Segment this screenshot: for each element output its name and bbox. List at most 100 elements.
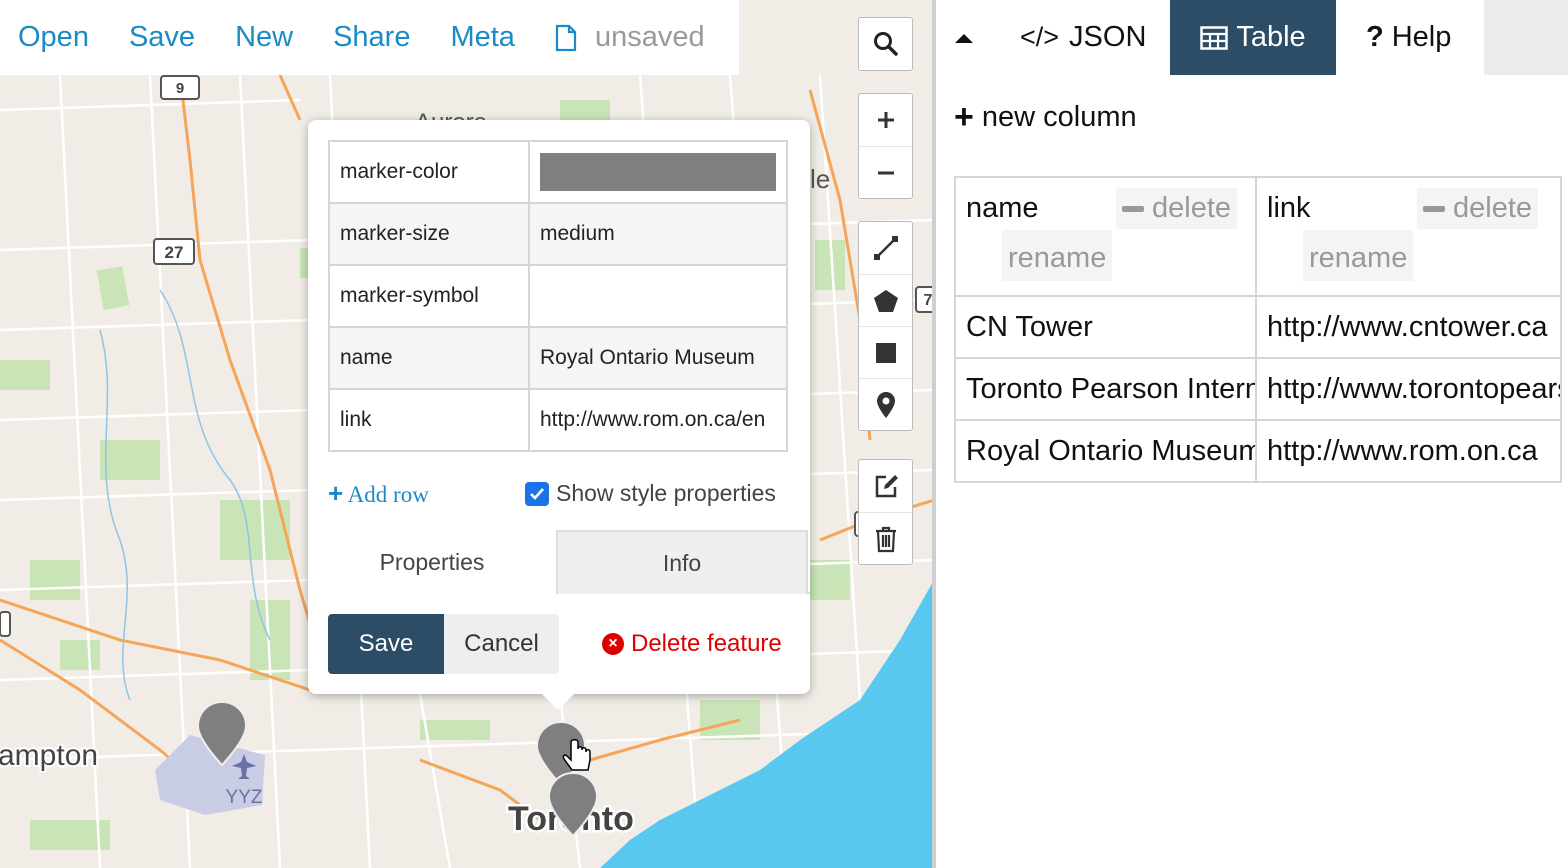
meta-menu[interactable]: Meta [450,21,514,54]
link-value-text: http://www.rom.on.ca/en [540,408,766,431]
draw-rectangle-button[interactable] [859,326,912,378]
feature-popup: marker-color marker-size medium marker-s… [308,120,810,710]
draw-polygon-button[interactable] [859,274,912,326]
rename-column-button[interactable]: rename [1002,230,1113,281]
delete-layers-button[interactable] [859,512,912,564]
rectangle-icon [875,342,896,363]
draw-control [858,221,913,431]
map-label-brampton: ampton [0,739,98,772]
delete-feature-label: Delete feature [631,630,782,657]
minus-icon [877,171,894,174]
share-menu[interactable]: Share [333,21,410,54]
property-key[interactable]: name [328,326,530,390]
zoom-out-button[interactable] [859,146,912,198]
map-view[interactable]: 9 27 7 Aurora le ampton Toronto YYZ Open… [0,0,934,868]
search-icon [873,32,898,56]
table-cell[interactable]: http://www.cntower.ca [1255,295,1562,359]
table-cell[interactable]: http://www.rom.on.ca [1255,419,1562,483]
tab-json[interactable]: </> JSON [1020,0,1146,75]
rename-column-button[interactable]: rename [1303,230,1414,281]
add-row-label: Add row [347,482,429,507]
tab-json-label: JSON [1069,21,1147,53]
edit-icon [875,475,898,498]
close-circle-icon: × [602,633,624,655]
property-row: marker-symbol [328,264,788,328]
minus-icon [1122,206,1144,213]
edit-layers-button[interactable] [859,460,912,512]
property-key[interactable]: marker-color [328,140,530,204]
search-button[interactable] [859,18,912,70]
property-row: name Royal Ontario Museum [328,326,788,390]
delete-column-button[interactable]: delete [1417,188,1539,229]
file-status[interactable]: unsaved [555,21,705,54]
marker-color-value[interactable] [528,140,788,204]
property-value[interactable] [528,264,788,328]
minus-icon [1423,206,1445,213]
popup-cancel-button[interactable]: Cancel [444,614,559,674]
show-style-label: Show style properties [556,480,776,506]
property-key[interactable]: marker-size [328,202,530,266]
marker-icon [876,391,895,418]
zoom-in-button[interactable] [859,94,912,146]
column-name-label: link [1267,192,1311,224]
road-shield-9-label: 9 [176,80,184,97]
side-panel: </> JSON Table ? Help + new column name … [936,0,1568,868]
file-status-label: unsaved [594,21,705,53]
save-menu[interactable]: Save [129,21,195,54]
draw-marker-button[interactable] [859,378,912,430]
property-key[interactable]: link [328,388,530,452]
line-icon [873,236,898,260]
property-value[interactable]: Royal Ontario Museum [528,326,788,390]
map-label-le: le [810,164,830,194]
code-icon: </> [1020,22,1060,52]
file-icon [555,24,577,51]
tab-properties[interactable]: Properties [308,530,556,594]
checkbox-checked-icon[interactable] [525,481,549,506]
table-cell[interactable]: CN Tower [954,295,1257,359]
delete-column-label: delete [1152,192,1232,224]
delete-column-button[interactable]: delete [1116,188,1238,229]
table-row: Toronto Pearson International Airport ht… [954,357,1562,421]
property-value[interactable]: medium [528,202,788,266]
property-value[interactable]: http://www.rom.on.ca/en [528,388,788,452]
table-cell[interactable]: Toronto Pearson International Airport [954,357,1257,421]
tab-info[interactable]: Info [556,530,808,594]
tab-table[interactable]: Table [1170,0,1336,75]
tab-bar-filler [1484,0,1568,75]
open-menu[interactable]: Open [18,21,89,54]
new-menu[interactable]: New [235,21,293,54]
table-cell[interactable]: http://www.torontopearson.com [1255,357,1562,421]
zoom-control [858,93,913,199]
table-header-row: name delete rename link delete rename [954,176,1562,297]
triangle-up-icon [955,33,973,43]
collapse-button[interactable] [954,0,974,75]
draw-line-button[interactable] [859,222,912,274]
column-name-label: name [966,192,1039,224]
top-toolbar: Open Save New Share Meta unsaved [0,0,739,75]
new-column-button[interactable]: + new column [954,98,1137,137]
property-row: marker-size medium [328,202,788,266]
table-icon [1200,25,1229,50]
add-row-button[interactable]: + Add row [328,478,429,509]
trash-icon [875,526,896,552]
property-row: link http://www.rom.on.ca/en [328,388,788,452]
search-control [858,17,913,71]
plus-icon [877,112,894,128]
tab-help-label: Help [1391,21,1452,53]
delete-feature-button[interactable]: × Delete feature [602,630,782,658]
popup-save-button[interactable]: Save [328,614,444,674]
properties-table: marker-color marker-size medium marker-s… [328,140,788,452]
property-row: marker-color [328,140,788,204]
column-header-link: link delete rename [1255,176,1562,297]
road-shield-27-label: 27 [165,243,184,262]
table-cell[interactable]: Royal Ontario Museum [954,419,1257,483]
table-row: CN Tower http://www.cntower.ca [954,295,1562,359]
edit-control [858,459,913,565]
property-key[interactable]: marker-symbol [328,264,530,328]
new-column-label: new column [981,101,1137,133]
tab-help[interactable]: ? Help [1366,0,1451,75]
polygon-icon [873,289,898,312]
show-style-toggle[interactable]: Show style properties [525,480,776,507]
color-swatch[interactable] [540,153,776,191]
tab-table-label: Table [1236,21,1306,53]
